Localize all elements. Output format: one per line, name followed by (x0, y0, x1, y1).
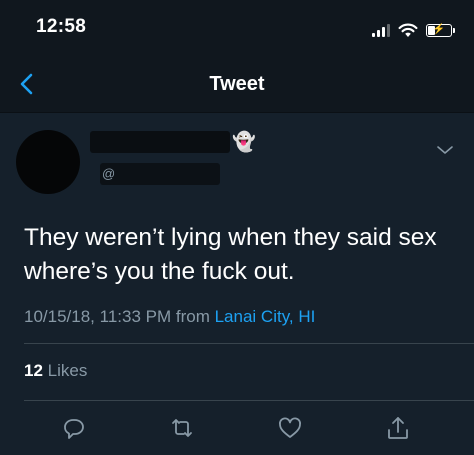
tweet-detail: @ 👻 They weren’t lying when they said se… (0, 113, 474, 455)
tweet-meta: 10/15/18, 11:33 PM from Lanai City, HI (24, 307, 315, 327)
battery-charging-icon: ⚡ (426, 23, 455, 37)
chevron-down-icon (437, 146, 453, 154)
reply-button[interactable] (59, 413, 89, 443)
tweet-menu-button[interactable] (436, 143, 454, 157)
likes-label: Likes (47, 361, 88, 380)
share-button[interactable] (383, 413, 413, 443)
from-label: from (175, 307, 210, 326)
divider (24, 400, 474, 401)
location-link[interactable]: Lanai City, HI (215, 307, 316, 326)
likes-summary[interactable]: 12 Likes (24, 361, 87, 381)
author-handle-prefix: @ (102, 166, 116, 181)
author-info[interactable]: @ (90, 129, 240, 185)
status-bar: 12:58 ⚡ (0, 0, 474, 56)
signal-icon (372, 23, 390, 37)
redacted-handle (100, 163, 220, 185)
tweet-timestamp: 10/15/18, 11:33 PM (24, 307, 172, 326)
tweet-text: They weren’t lying when they said sex wh… (24, 224, 437, 285)
redacted-display-name (90, 131, 230, 153)
status-time: 12:58 (36, 16, 87, 37)
page-title: Tweet (209, 73, 265, 95)
status-icons: ⚡ (372, 20, 455, 40)
retweet-icon (172, 419, 192, 437)
wifi-icon (398, 23, 418, 37)
like-button[interactable] (275, 413, 305, 443)
nav-bar: Tweet (0, 56, 474, 113)
ghost-emoji: 👻 (232, 132, 256, 153)
divider (24, 343, 474, 344)
tweet-actions (0, 409, 474, 449)
avatar[interactable] (16, 130, 80, 194)
retweet-button[interactable] (167, 413, 197, 443)
likes-count: 12 (24, 361, 43, 380)
heart-icon (279, 417, 301, 438)
reply-icon (64, 419, 84, 439)
share-icon (388, 417, 408, 439)
charging-bolt-icon: ⚡ (432, 24, 446, 35)
